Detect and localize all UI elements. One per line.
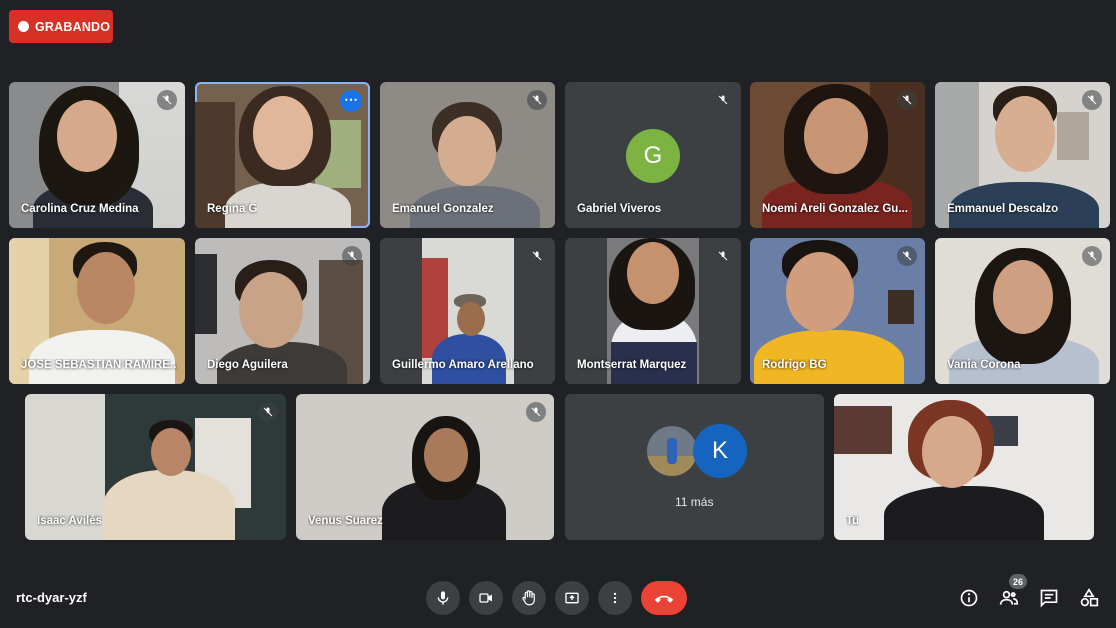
present-screen-button[interactable]: [555, 581, 589, 615]
muted-mic-icon: [1082, 246, 1102, 266]
participant-tile[interactable]: ⋯ Regina G: [195, 82, 370, 228]
recording-dot-icon: [18, 21, 29, 32]
participant-name: Noemi Areli Gonzalez Gu...: [762, 203, 908, 215]
participant-name: Emanuel Gonzalez: [392, 203, 494, 215]
participant-name: Gabriel Viveros: [577, 203, 662, 215]
video-person-head: [922, 416, 982, 488]
chat-icon: [1040, 589, 1058, 608]
participant-tile[interactable]: Noemi Areli Gonzalez Gu...: [750, 82, 925, 228]
overflow-avatar: K: [693, 424, 747, 478]
tv-background: [195, 254, 217, 334]
end-call-icon: [654, 595, 674, 603]
muted-mic-icon: [897, 90, 917, 110]
video-person-head: [438, 116, 496, 186]
raise-hand-icon: [522, 590, 535, 606]
overflow-participants-tile[interactable]: K 11 más: [565, 394, 824, 540]
participant-name: Vania Corona: [947, 359, 1021, 371]
people-button[interactable]: [997, 586, 1021, 610]
participant-name: Regina G: [207, 203, 258, 215]
video-person-body: [754, 330, 904, 384]
participant-tile[interactable]: JOSE SEBASTIAN RAMIRE...: [9, 238, 185, 384]
muted-mic-icon: [342, 246, 362, 266]
recording-label: GRABANDO: [35, 19, 111, 34]
video-person-body: [884, 486, 1044, 540]
muted-mic-icon: [526, 402, 546, 422]
video-person-head: [253, 96, 313, 170]
participant-name: Venus Suarez: [308, 515, 383, 527]
participant-name: Guillermo Amaro Arellano: [392, 359, 534, 371]
more-vert-icon: [613, 592, 617, 604]
participant-tile[interactable]: Isaac Avilés: [25, 394, 286, 540]
video-person-head: [786, 252, 854, 332]
picture-frame: [834, 406, 892, 454]
participant-name: Rodrigo BG: [762, 359, 827, 371]
muted-mic-icon: [258, 402, 278, 422]
video-person-head: [627, 242, 679, 304]
people-icon: [999, 590, 1019, 605]
participant-tile[interactable]: Emanuel Gonzalez: [380, 82, 555, 228]
self-view-tile[interactable]: Tu: [834, 394, 1094, 540]
participant-tile[interactable]: Guillermo Amaro Arellano: [380, 238, 555, 384]
muted-mic-icon: [897, 246, 917, 266]
muted-mic-icon: [1082, 90, 1102, 110]
activities-button[interactable]: [1077, 586, 1101, 610]
video-person-head: [57, 100, 117, 172]
microphone-button[interactable]: [426, 581, 460, 615]
muted-mic-icon: [157, 90, 177, 110]
participant-tile[interactable]: Rodrigo BG: [750, 238, 925, 384]
participant-name: Emmanuel Descalzo: [947, 203, 1059, 215]
poster-background: [1057, 112, 1089, 160]
picture-frame: [888, 290, 914, 324]
participant-tile[interactable]: Montserrat Marquez: [565, 238, 741, 384]
participant-tile[interactable]: Venus Suarez: [296, 394, 554, 540]
mic-icon: [437, 591, 449, 605]
participant-tile[interactable]: Vania Corona: [935, 238, 1110, 384]
video-person-body: [29, 330, 175, 384]
more-options-button[interactable]: ⋯: [340, 90, 362, 112]
video-person-head: [424, 428, 468, 482]
raise-hand-button[interactable]: [512, 581, 546, 615]
video-person-head: [993, 260, 1053, 334]
video-person-body: [103, 470, 235, 540]
muted-mic-icon: [527, 90, 547, 110]
participant-name: Montserrat Marquez: [577, 359, 687, 371]
participant-count-badge: 26: [1009, 574, 1027, 589]
participant-name: Tu: [846, 515, 860, 527]
video-person-head: [995, 96, 1055, 172]
video-person-head: [151, 428, 191, 476]
muted-mic-icon: [713, 90, 733, 110]
participant-tile[interactable]: G Gabriel Viveros: [565, 82, 741, 228]
present-icon: [565, 592, 579, 604]
participant-name: Isaac Avilés: [37, 515, 103, 527]
participant-avatar: G: [626, 129, 680, 183]
overflow-thumbnail-avatar: [647, 426, 697, 476]
info-icon: [960, 589, 978, 607]
participant-tile[interactable]: Emmanuel Descalzo: [935, 82, 1110, 228]
meeting-info-button[interactable]: [957, 586, 981, 610]
camera-icon: [479, 593, 492, 603]
more-options-button[interactable]: [598, 581, 632, 615]
video-person-head: [804, 98, 868, 174]
chat-button[interactable]: [1037, 586, 1061, 610]
meeting-code: rtc-dyar-yzf: [16, 590, 87, 605]
participant-name: Diego Aguilera: [207, 359, 288, 371]
activities-icon: [1080, 588, 1099, 607]
muted-mic-icon: [527, 246, 547, 266]
video-person-head: [239, 272, 303, 348]
participant-name: JOSE SEBASTIAN RAMIRE...: [21, 359, 177, 371]
participant-name: Carolina Cruz Medina: [21, 203, 139, 215]
participant-tile[interactable]: Diego Aguilera: [195, 238, 370, 384]
video-person-head: [77, 252, 135, 324]
muted-mic-icon: [713, 246, 733, 266]
recording-badge: GRABANDO: [9, 10, 113, 43]
end-call-button[interactable]: [641, 581, 687, 615]
participant-tile[interactable]: Carolina Cruz Medina: [9, 82, 185, 228]
overflow-count-label: 11 más: [675, 495, 714, 509]
camera-button[interactable]: [469, 581, 503, 615]
video-person-head: [457, 302, 485, 336]
